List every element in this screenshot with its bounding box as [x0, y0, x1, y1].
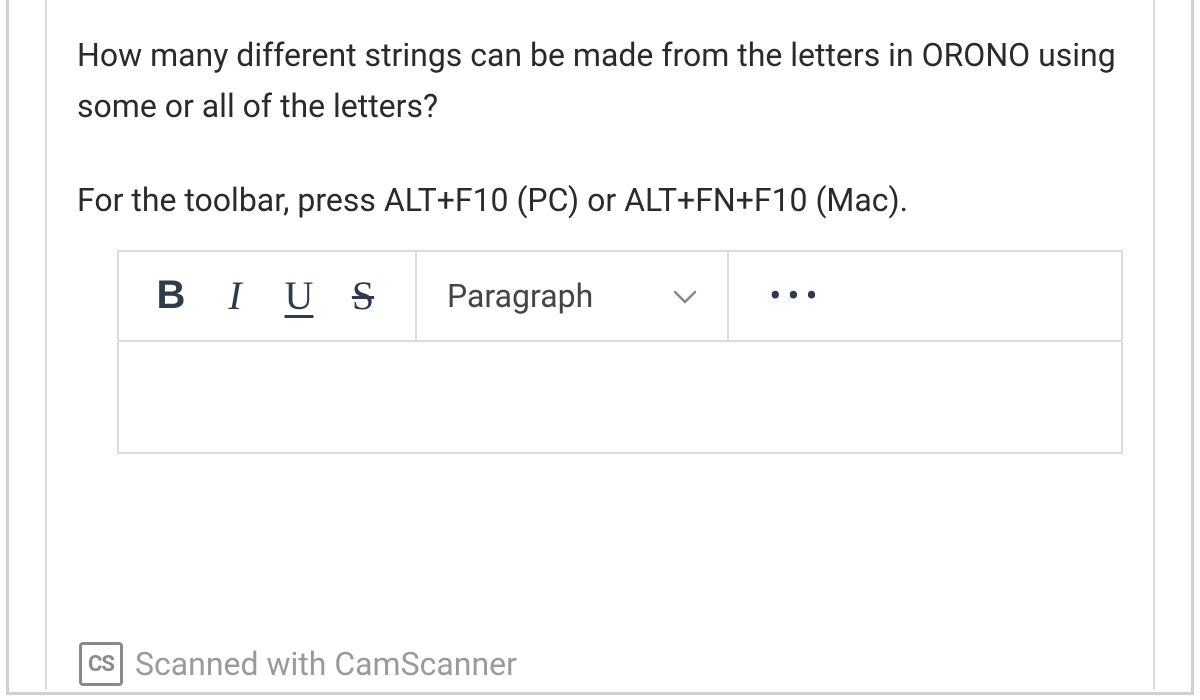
rich-text-editor: B I U S Paragraph •••	[117, 250, 1123, 454]
strikethrough-button[interactable]: S	[331, 264, 395, 328]
question-container: How many different strings can be made f…	[45, 0, 1155, 690]
toolbar-accessibility-hint: For the toolbar, press ALT+F10 (PC) or A…	[77, 172, 1123, 230]
chevron-down-icon	[673, 281, 697, 311]
paragraph-format-label: Paragraph	[447, 277, 593, 315]
watermark-text: Scanned with CamScanner	[135, 645, 517, 683]
italic-button[interactable]: I	[203, 264, 267, 328]
page-frame: How many different strings can be made f…	[6, 0, 1194, 695]
underline-button[interactable]: U	[267, 264, 331, 328]
bold-button[interactable]: B	[139, 264, 203, 328]
more-options-button[interactable]: •••	[729, 252, 863, 340]
editor-toolbar: B I U S Paragraph •••	[119, 252, 1121, 342]
editor-content-area[interactable]	[119, 342, 1121, 452]
question-prompt: How many different strings can be made f…	[77, 30, 1123, 132]
scanner-watermark: CS Scanned with CamScanner	[79, 642, 517, 686]
text-format-group: B I U S	[119, 252, 417, 340]
paragraph-format-select[interactable]: Paragraph	[417, 252, 729, 340]
camscanner-badge-icon: CS	[79, 642, 123, 686]
